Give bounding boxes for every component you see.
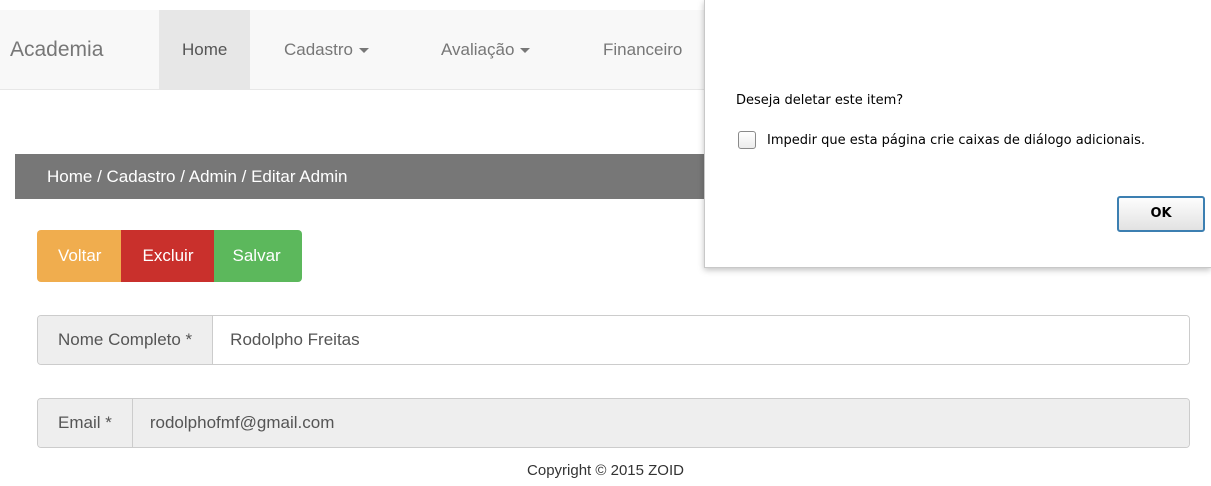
- nav-financeiro[interactable]: Financeiro: [580, 10, 705, 90]
- brand-logo[interactable]: Academia: [10, 10, 103, 90]
- caret-down-icon: [520, 48, 531, 54]
- email-input-group: Email * rodolphofmf@gmail.com: [37, 398, 1190, 448]
- footer-copyright: Copyright © 2015 ZOID: [527, 462, 684, 479]
- name-field[interactable]: Rodolpho Freitas: [213, 316, 1189, 364]
- nav-cadastro-label: Cadastro: [284, 40, 353, 59]
- name-input-group: Nome Completo * Rodolpho Freitas: [37, 315, 1190, 365]
- suppress-dialogs-option[interactable]: Impedir que esta página crie caixas de d…: [738, 131, 1145, 149]
- name-label: Nome Completo *: [38, 316, 214, 364]
- delete-button[interactable]: Excluir: [121, 230, 214, 282]
- nav-financeiro-label: Financeiro: [603, 40, 683, 59]
- nav-home-label: Home: [182, 40, 228, 59]
- suppress-dialogs-label[interactable]: Impedir que esta página crie caixas de d…: [767, 133, 1145, 148]
- ok-button[interactable]: OK: [1117, 196, 1205, 232]
- nav-avaliacao[interactable]: Avaliação: [418, 10, 553, 90]
- nav-avaliacao-label: Avaliação: [441, 40, 515, 59]
- save-button[interactable]: Salvar: [213, 230, 302, 282]
- action-button-group: Voltar Excluir Salvar: [37, 230, 302, 282]
- confirm-dialog: Deseja deletar este item? Impedir que es…: [704, 0, 1211, 268]
- email-field: rodolphofmf@gmail.com: [132, 399, 1189, 447]
- caret-down-icon: [358, 48, 369, 54]
- nav-cadastro[interactable]: Cadastro: [261, 10, 392, 90]
- email-label: Email *: [38, 399, 133, 447]
- nav-home[interactable]: Home: [159, 10, 251, 90]
- dialog-message: Deseja deletar este item?: [736, 93, 904, 108]
- back-button[interactable]: Voltar: [37, 230, 122, 282]
- suppress-dialogs-checkbox[interactable]: [738, 131, 756, 149]
